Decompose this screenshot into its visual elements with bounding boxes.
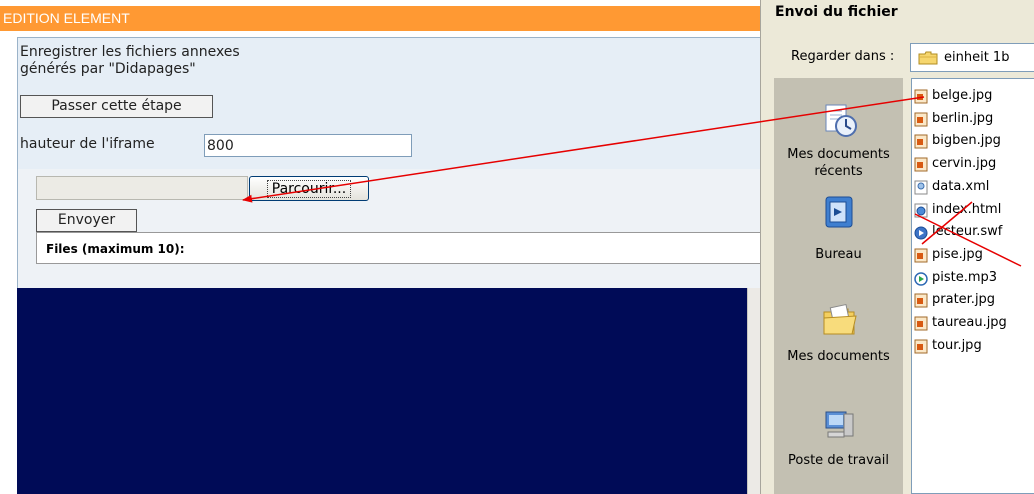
description-text: Enregistrer les fichiers annexes générés… bbox=[20, 44, 240, 77]
swf-file-icon bbox=[914, 226, 928, 240]
file-upload-dialog: Envoi du fichier Regarder dans : einheit… bbox=[760, 0, 1034, 494]
file-name: piste.mp3 bbox=[932, 269, 998, 285]
recent-documents-icon bbox=[825, 104, 857, 137]
file-name: pise.jpg bbox=[932, 246, 983, 262]
file-name: cervin.jpg bbox=[932, 156, 997, 172]
file-list: belge.jpg berlin.jpg bigben.jpg cervin.jpg d… bbox=[911, 78, 1034, 494]
file-name: lecteur.swf bbox=[932, 224, 1003, 240]
look-in-value: einheit 1b bbox=[944, 50, 1010, 65]
look-in-label: Regarder dans : bbox=[791, 49, 895, 64]
iframe-preview bbox=[17, 288, 747, 494]
jpg-file-icon bbox=[914, 293, 928, 308]
edition-header: EDITION ELEMENT bbox=[0, 6, 760, 31]
mp3-file-icon bbox=[914, 271, 928, 286]
edition-panel: EDITION ELEMENT Enregistrer les fichiers… bbox=[0, 0, 761, 494]
my-computer-icon bbox=[825, 411, 854, 438]
jpg-file-icon bbox=[914, 112, 928, 127]
look-in-select[interactable]: einheit 1b bbox=[910, 43, 1034, 72]
upload-zone: Parcourir... Envoyer Files (maximum 10): bbox=[18, 169, 761, 289]
desktop-icon bbox=[825, 196, 853, 228]
jpg-file-icon bbox=[914, 157, 928, 172]
edition-form: Enregistrer les fichiers annexes générés… bbox=[17, 37, 761, 289]
my-documents-icon bbox=[823, 303, 857, 335]
iframe-height-label: hauteur de l'iframe bbox=[20, 136, 155, 152]
jpg-file-icon bbox=[914, 134, 928, 149]
folder-icon bbox=[918, 51, 938, 65]
edition-title: EDITION ELEMENT bbox=[3, 10, 130, 26]
file-name: bigben.jpg bbox=[932, 133, 1001, 149]
browse-button-label: Parcourir... bbox=[266, 179, 352, 198]
send-button[interactable]: Envoyer bbox=[36, 209, 137, 232]
file-name: tour.jpg bbox=[932, 337, 982, 353]
file-name: taureau.jpg bbox=[932, 315, 1007, 330]
files-label: Files (maximum 10): bbox=[46, 242, 185, 256]
files-list-box: Files (maximum 10): bbox=[36, 232, 761, 264]
file-name: data.xml bbox=[932, 178, 990, 194]
file-name: belge.jpg bbox=[932, 88, 993, 103]
iframe-height-input[interactable] bbox=[204, 134, 412, 157]
file-path-field[interactable] bbox=[36, 176, 248, 200]
xml-file-icon bbox=[914, 180, 928, 195]
file-name: prater.jpg bbox=[932, 292, 996, 308]
file-name: berlin.jpg bbox=[932, 110, 994, 126]
html-file-icon bbox=[914, 203, 928, 217]
jpg-file-icon bbox=[914, 248, 928, 263]
places-bar: Mes documents récents Bureau Mes documen… bbox=[774, 78, 903, 494]
place-desktop-label: Bureau bbox=[815, 247, 862, 262]
dialog-title: Envoi du fichier bbox=[775, 4, 898, 20]
place-my-documents-label: Mes documents bbox=[787, 349, 890, 364]
place-recent-documents-label: Mes documents récents bbox=[787, 147, 890, 179]
file-name: index.html bbox=[932, 201, 1002, 217]
preview-scrollbar[interactable] bbox=[747, 288, 760, 494]
skip-step-button[interactable]: Passer cette étape bbox=[20, 95, 213, 118]
place-my-computer-label: Poste de travail bbox=[787, 453, 889, 468]
jpg-file-icon bbox=[914, 89, 928, 104]
browse-button[interactable]: Parcourir... bbox=[249, 176, 369, 201]
jpg-file-icon bbox=[914, 339, 928, 354]
jpg-file-icon bbox=[914, 316, 928, 331]
